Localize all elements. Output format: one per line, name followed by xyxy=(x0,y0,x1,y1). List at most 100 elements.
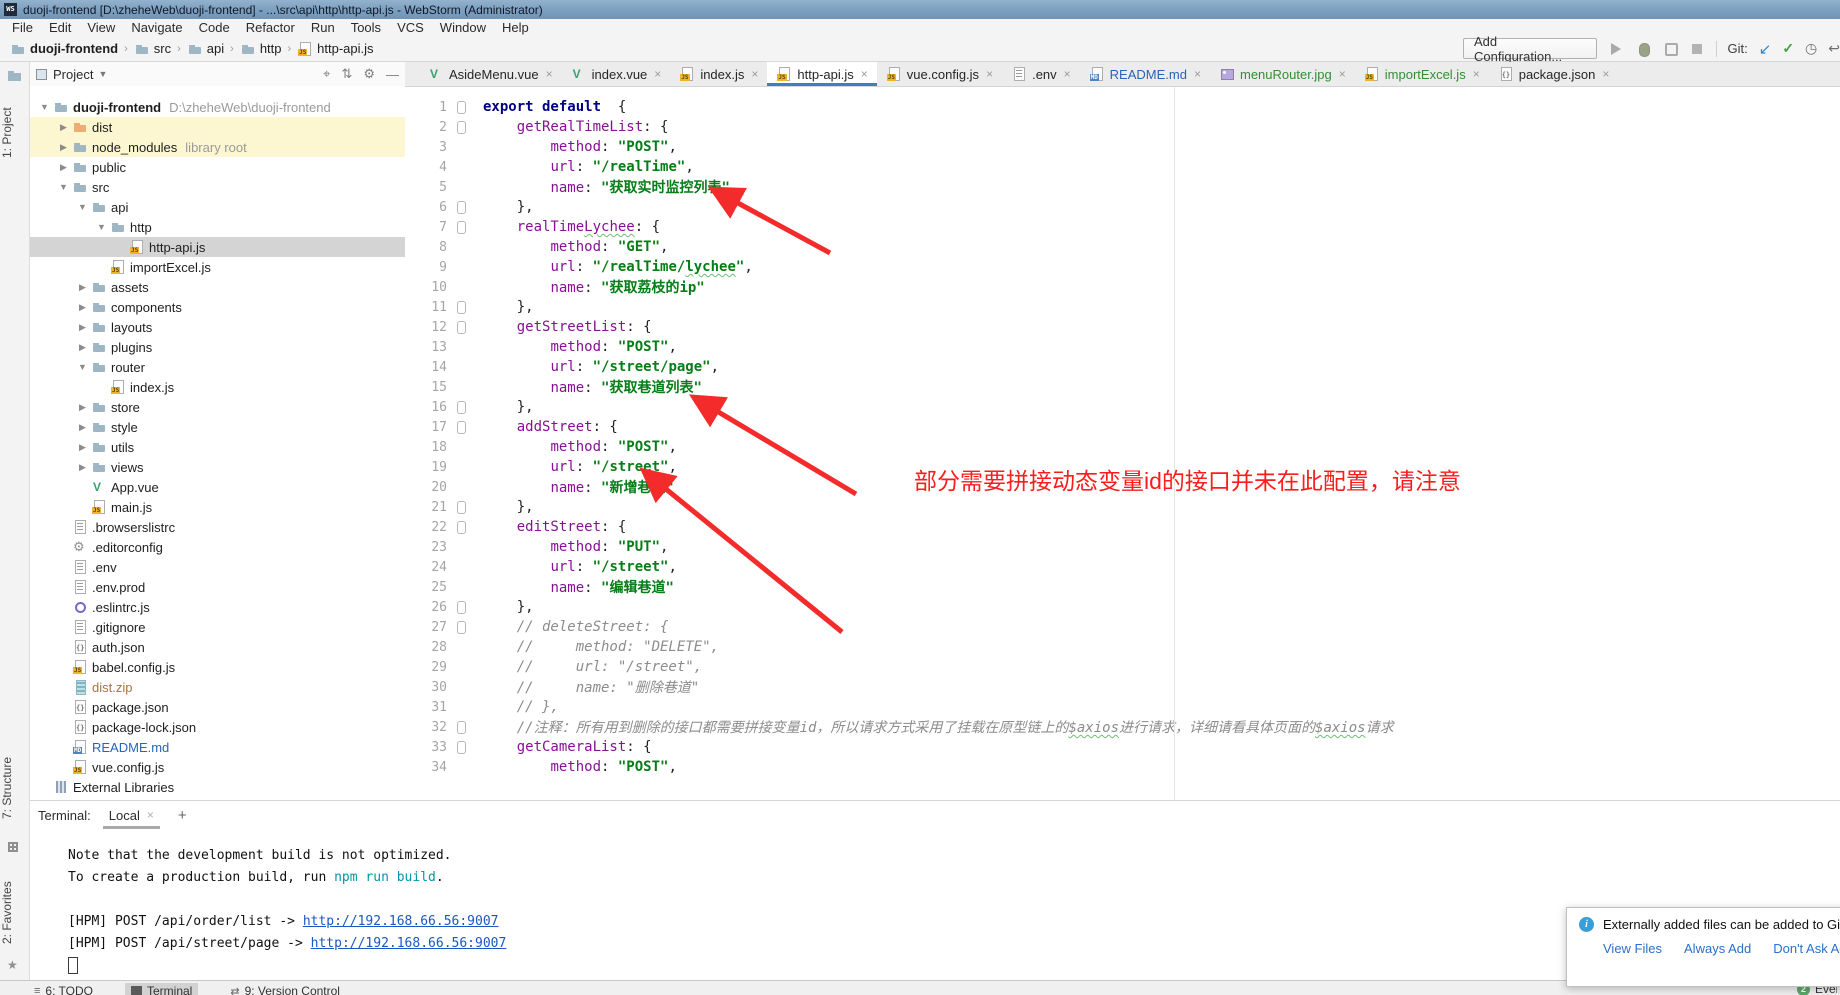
hide-panel-icon[interactable]: — xyxy=(386,67,399,82)
fold-marker[interactable] xyxy=(451,321,471,334)
project-toolwindow-icon[interactable] xyxy=(8,70,21,81)
tree-item-.gitignore[interactable]: .gitignore xyxy=(30,617,405,637)
project-panel-title[interactable]: Project xyxy=(53,67,93,82)
fold-pill-icon[interactable] xyxy=(457,621,466,634)
fold-marker[interactable] xyxy=(451,301,471,314)
statusbar-item-9-version-control[interactable]: ⇄9: Version Control xyxy=(224,983,346,995)
menu-item-file[interactable]: File xyxy=(4,20,41,35)
git-update-icon[interactable]: ↙ xyxy=(1759,40,1772,58)
fold-marker[interactable] xyxy=(451,621,471,634)
fold-marker[interactable] xyxy=(451,721,471,734)
toolwindow-button-structure[interactable]: 7: Structure xyxy=(0,740,29,835)
tab-importExcel.js[interactable]: importExcel.js× xyxy=(1355,62,1489,86)
chevron-down-icon[interactable]: ▼ xyxy=(93,222,110,232)
tree-item-http-api.js[interactable]: http-api.js xyxy=(30,237,405,257)
tree-item-.env.prod[interactable]: .env.prod xyxy=(30,577,405,597)
debug-icon[interactable] xyxy=(1635,41,1651,57)
tree-item-duoji-frontend[interactable]: ▼duoji-frontendD:\zheheWeb\duoji-fronten… xyxy=(30,97,405,117)
breadcrumb-item-api[interactable]: api xyxy=(185,41,226,57)
notification-action-view-files[interactable]: View Files xyxy=(1603,941,1662,956)
tree-item-package.json[interactable]: package.json xyxy=(30,697,405,717)
fold-marker[interactable] xyxy=(451,401,471,414)
tree-item-main.js[interactable]: main.js xyxy=(30,497,405,517)
tab-http-api.js[interactable]: http-api.js× xyxy=(767,62,876,86)
terminal-link[interactable]: http://192.168.66.56:9007 xyxy=(303,914,499,929)
tree-item-assets[interactable]: ▶assets xyxy=(30,277,405,297)
fold-pill-icon[interactable] xyxy=(457,521,466,534)
run-icon[interactable] xyxy=(1608,41,1624,57)
fold-pill-icon[interactable] xyxy=(457,201,466,214)
tree-item-utils[interactable]: ▶utils xyxy=(30,437,405,457)
chevron-right-icon[interactable]: ▶ xyxy=(74,402,91,413)
new-terminal-icon[interactable]: + xyxy=(178,807,187,824)
tab-.env[interactable]: .env× xyxy=(1002,62,1080,86)
tree-item-.editorconfig[interactable]: .editorconfig xyxy=(30,537,405,557)
chevron-down-icon[interactable]: ▼ xyxy=(36,102,53,112)
close-icon[interactable]: × xyxy=(751,67,758,81)
tree-item-.browserslistrc[interactable]: .browserslistrc xyxy=(30,517,405,537)
chevron-down-icon[interactable]: ▼ xyxy=(74,202,91,212)
star-icon[interactable]: ★ xyxy=(7,958,18,972)
toolwindow-button-favorites[interactable]: 2: Favorites xyxy=(0,868,29,958)
breadcrumb-item-src[interactable]: src xyxy=(132,41,173,57)
chevron-right-icon[interactable]: ▶ xyxy=(74,422,91,433)
fold-pill-icon[interactable] xyxy=(457,501,466,514)
chevron-right-icon[interactable]: ▶ xyxy=(55,162,72,173)
tree-item-node_modules[interactable]: ▶node_moduleslibrary root xyxy=(30,137,405,157)
chevron-right-icon[interactable]: ▶ xyxy=(74,342,91,353)
close-icon[interactable]: × xyxy=(1194,67,1201,81)
tree-item-views[interactable]: ▶views xyxy=(30,457,405,477)
statusbar-item-terminal[interactable]: Terminal xyxy=(125,983,198,995)
tab-index.vue[interactable]: index.vue× xyxy=(562,62,671,86)
coverage-icon[interactable] xyxy=(1662,41,1678,57)
chevron-right-icon[interactable]: ▶ xyxy=(74,302,91,313)
toolwindow-button-project[interactable]: 1: Project xyxy=(0,88,29,178)
tab-README.md[interactable]: README.md× xyxy=(1080,62,1210,86)
tree-item-App.vue[interactable]: App.vue xyxy=(30,477,405,497)
fold-marker[interactable] xyxy=(451,741,471,754)
tree-item-components[interactable]: ▶components xyxy=(30,297,405,317)
tree-item-plugins[interactable]: ▶plugins xyxy=(30,337,405,357)
tab-menuRouter.jpg[interactable]: menuRouter.jpg× xyxy=(1210,62,1355,86)
breadcrumb-item-http-api.js[interactable]: http-api.js xyxy=(295,41,375,57)
fold-marker[interactable] xyxy=(451,101,471,114)
fold-marker[interactable] xyxy=(451,221,471,234)
tree-item-auth.json[interactable]: auth.json xyxy=(30,637,405,657)
chevron-right-icon[interactable]: ▶ xyxy=(55,122,72,133)
menu-item-vcs[interactable]: VCS xyxy=(389,20,432,35)
breadcrumb-item-http[interactable]: http xyxy=(238,41,284,57)
close-icon[interactable]: × xyxy=(861,67,868,81)
terminal-tab-local[interactable]: Local × xyxy=(103,801,160,829)
statusbar-item-6-todo[interactable]: ≡6: TODO xyxy=(28,983,99,995)
fold-marker[interactable] xyxy=(451,521,471,534)
gear-icon[interactable]: ⚙ xyxy=(363,66,375,82)
fold-pill-icon[interactable] xyxy=(457,401,466,414)
chevron-right-icon[interactable]: ▶ xyxy=(74,282,91,293)
menu-item-run[interactable]: Run xyxy=(303,20,343,35)
tree-item-vue.config.js[interactable]: vue.config.js xyxy=(30,757,405,777)
menu-item-view[interactable]: View xyxy=(79,20,123,35)
close-icon[interactable]: × xyxy=(986,67,993,81)
tree-item-index.js[interactable]: index.js xyxy=(30,377,405,397)
menu-item-navigate[interactable]: Navigate xyxy=(123,20,190,35)
add-configuration-button[interactable]: Add Configuration... xyxy=(1463,38,1597,59)
terminal-link[interactable]: http://192.168.66.56:9007 xyxy=(311,936,507,951)
fold-pill-icon[interactable] xyxy=(457,321,466,334)
grid-toolwindow-icon[interactable] xyxy=(8,842,18,852)
tree-item-style[interactable]: ▶style xyxy=(30,417,405,437)
fold-pill-icon[interactable] xyxy=(457,121,466,134)
tab-index.js[interactable]: index.js× xyxy=(670,62,767,86)
menu-item-help[interactable]: Help xyxy=(494,20,537,35)
tree-item-package-lock.json[interactable]: package-lock.json xyxy=(30,717,405,737)
fold-pill-icon[interactable] xyxy=(457,601,466,614)
close-icon[interactable]: × xyxy=(1602,67,1609,81)
fold-marker[interactable] xyxy=(451,121,471,134)
menu-item-edit[interactable]: Edit xyxy=(41,20,79,35)
tree-item-babel.config.js[interactable]: babel.config.js xyxy=(30,657,405,677)
collapse-all-icon[interactable]: ⇅ xyxy=(341,66,352,82)
chevron-down-icon[interactable]: ▼ xyxy=(98,69,107,79)
chevron-right-icon[interactable]: ▶ xyxy=(55,142,72,153)
tree-item-store[interactable]: ▶store xyxy=(30,397,405,417)
close-icon[interactable]: × xyxy=(1339,67,1346,81)
close-icon[interactable]: × xyxy=(1064,67,1071,81)
